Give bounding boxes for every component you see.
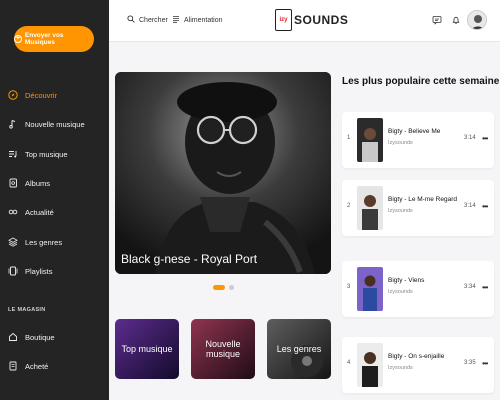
plus-icon: + (14, 35, 22, 43)
track-row[interactable]: 4 Bigty - On s-enjaille Izysounds 3:35 •… (342, 337, 494, 393)
carousel-dot-active[interactable] (213, 285, 225, 290)
popular-section-title: Les plus populaire cette semaine (342, 76, 500, 87)
category-nouvelle-musique[interactable]: Nouvelle musique (191, 319, 255, 379)
message-icon[interactable] (431, 13, 443, 27)
more-options-icon[interactable]: ••• (482, 359, 488, 368)
feed-link[interactable]: Alimentation (172, 15, 223, 25)
search-label: Chercher (139, 16, 168, 24)
more-options-icon[interactable]: ••• (482, 202, 488, 211)
sidebar-item-albums[interactable]: Albums (8, 176, 50, 190)
sidebar-item-label: Acheté (25, 361, 49, 371)
track-cover-image (357, 118, 383, 162)
sidebar-item-label: Découvrir (25, 90, 58, 100)
track-duration: 3:34 (464, 284, 476, 290)
logo-text: SOUNDS (294, 13, 349, 27)
sidebar-item-top-musique[interactable]: Top musique (8, 147, 68, 161)
category-les-genres[interactable]: Les genres (267, 319, 331, 379)
sidebar-item-actualite[interactable]: Actualité (8, 205, 54, 219)
receipt-icon (8, 361, 18, 371)
category-top-musique[interactable]: Top musique (115, 319, 179, 379)
track-number: 2 (347, 203, 351, 209)
feed-label: Alimentation (184, 16, 223, 24)
featured-banner[interactable]: Black g-nese - Royal Port (115, 72, 331, 274)
sidebar-item-nouvelle-musique[interactable]: Nouvelle musique (8, 117, 85, 131)
more-options-icon[interactable]: ••• (482, 134, 488, 143)
album-icon (8, 178, 18, 188)
category-label: Les genres (276, 343, 322, 354)
feed-icon (172, 15, 180, 25)
track-artist: Izysounds (388, 365, 413, 371)
category-label: Nouvelle musique (205, 338, 241, 359)
track-title: Bigty - Believe Me (388, 128, 441, 135)
sidebar-item-label: Playlists (25, 266, 53, 276)
track-artist: Izysounds (388, 208, 413, 214)
track-duration: 3:14 (464, 135, 476, 141)
track-row[interactable]: 3 Bigty - Viens Izysounds 3:34 ••• (342, 261, 494, 317)
compass-icon (8, 90, 18, 100)
upload-music-label: Envoyer vos Musiques (24, 32, 64, 46)
track-cover-image (357, 343, 383, 387)
store-section-title: LE MAGASIN (8, 307, 46, 313)
track-cover-image (357, 267, 383, 311)
track-title: Bigty - Viens (388, 277, 425, 284)
link-icon (8, 207, 18, 217)
sidebar-item-boutique[interactable]: Boutique (8, 330, 55, 344)
track-number: 1 (347, 135, 351, 141)
track-row[interactable]: 2 Bigty - Le M-me Regard Izysounds 3:14 … (342, 180, 494, 236)
track-title: Bigty - Le M-me Regard (388, 196, 457, 203)
sidebar-item-label: Boutique (25, 332, 55, 342)
layers-icon (8, 237, 18, 247)
featured-artist-image (115, 72, 331, 274)
track-number: 3 (347, 284, 351, 290)
sidebar-item-label: Actualité (25, 207, 54, 217)
track-number: 4 (347, 360, 351, 366)
top-bar: Chercher Alimentation izy SOUNDS (109, 0, 500, 42)
search-icon (127, 15, 135, 25)
track-artist: Izysounds (388, 140, 413, 146)
carousel-dot[interactable] (229, 285, 234, 290)
carousel-indicator (213, 285, 234, 290)
track-title: Bigty - On s-enjaille (388, 353, 445, 360)
sidebar-item-achete[interactable]: Acheté (8, 359, 48, 373)
sidebar: + Envoyer vos Musiques Découvrir Nouvell… (0, 0, 109, 400)
sidebar-item-label: Les genres (25, 237, 63, 247)
track-duration: 3:35 (464, 360, 476, 366)
search-link[interactable]: Chercher (127, 15, 168, 25)
sidebar-item-les-genres[interactable]: Les genres (8, 235, 62, 249)
sidebar-item-label: Top musique (25, 149, 68, 159)
logo-mark: izy (275, 9, 292, 31)
playlist-stack-icon (8, 266, 18, 276)
upload-music-button[interactable]: + Envoyer vos Musiques (14, 26, 94, 52)
track-row[interactable]: 1 Bigty - Believe Me Izysounds 3:14 ••• (342, 112, 494, 168)
more-options-icon[interactable]: ••• (482, 283, 488, 292)
home-icon (8, 332, 18, 342)
bell-icon[interactable] (450, 13, 462, 27)
track-artist: Izysounds (388, 289, 413, 295)
music-note-icon (8, 119, 18, 129)
sidebar-item-label: Nouvelle musique (25, 119, 85, 129)
featured-title: Black g-nese - Royal Port (121, 252, 258, 266)
category-label: Top musique (121, 343, 173, 354)
playlist-icon (8, 149, 18, 159)
track-duration: 3:14 (464, 203, 476, 209)
sidebar-item-label: Albums (25, 178, 51, 188)
sidebar-item-playlists[interactable]: Playlists (8, 264, 53, 278)
site-logo[interactable]: izy SOUNDS (275, 9, 348, 31)
avatar[interactable] (467, 10, 487, 30)
sidebar-item-decouvrir[interactable]: Découvrir (8, 88, 57, 102)
track-cover-image (357, 186, 383, 230)
